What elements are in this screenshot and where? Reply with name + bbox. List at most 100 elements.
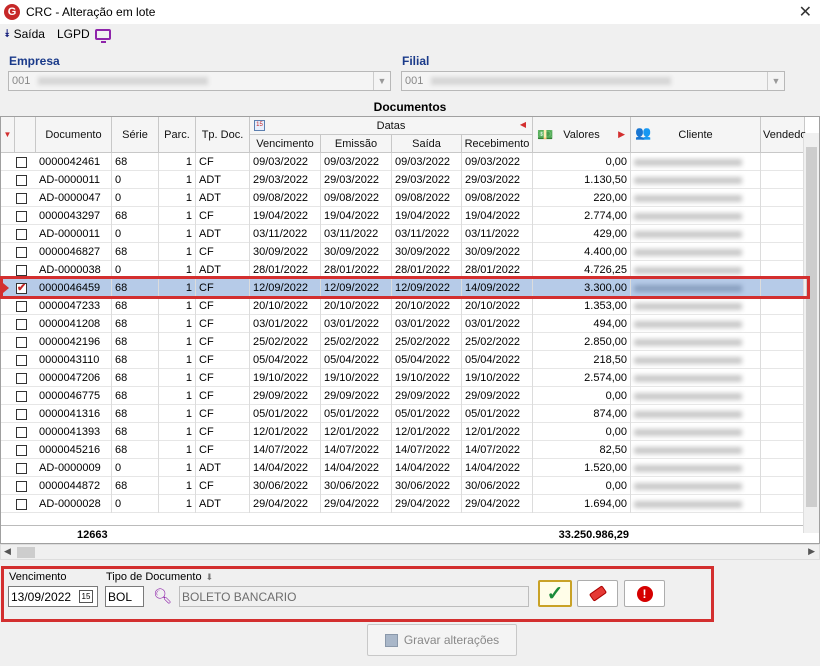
row-checkbox[interactable] [16, 337, 27, 348]
row-checkbox[interactable] [16, 355, 27, 366]
table-row[interactable]: AD-0000028 0 1 ADT 29/04/2022 29/04/2022 29/04… [1, 495, 805, 513]
table-row[interactable]: 0000043110 68 1 CF 05/04/2022 05/04/2022 05/04… [1, 351, 805, 369]
checkmark-icon: ✓ [546, 583, 564, 605]
calendar-picker-icon[interactable]: 15 [79, 590, 93, 603]
calendar-icon: 15 [254, 120, 265, 131]
row-checkbox[interactable] [16, 175, 27, 186]
table-row[interactable]: 0000041316 68 1 CF 05/01/2022 05/01/2022 05/01… [1, 405, 805, 423]
expand-right-icon[interactable]: ▶ [618, 129, 625, 140]
vertical-scroll-thumb[interactable] [806, 147, 817, 507]
cell-vencimento: 09/08/2022 [250, 189, 321, 207]
row-checkbox[interactable] [16, 391, 27, 402]
col-tp-doc[interactable]: Tp. Doc. [196, 117, 250, 153]
checkbox-column-header [15, 117, 36, 153]
cell-tp-doc: CF [196, 351, 250, 369]
col-serie[interactable]: Série [112, 117, 159, 153]
row-checkbox[interactable] [16, 319, 27, 330]
table-row[interactable]: AD-0000011 0 1 ADT 03/11/2022 03/11/2022 03/11… [1, 225, 805, 243]
col-vendedor[interactable]: Vendedo [761, 117, 806, 153]
row-checkbox[interactable] [16, 265, 27, 276]
cell-recebimento: 05/01/2022 [462, 405, 533, 423]
row-checkbox[interactable] [16, 157, 27, 168]
table-row[interactable]: 0000047233 68 1 CF 20/10/2022 20/10/2022 20/10… [1, 297, 805, 315]
row-checkbox[interactable] [16, 193, 27, 204]
table-row[interactable]: 0000044872 68 1 CF 30/06/2022 30/06/2022 30/06… [1, 477, 805, 495]
cell-vencimento: 30/09/2022 [250, 243, 321, 261]
cell-documento: AD-0000028 [36, 495, 112, 513]
datas-group-header[interactable]: 15 Datas ◀ [250, 117, 533, 135]
money-icon: 💵 [537, 127, 554, 142]
collapse-left-icon[interactable]: ◀ [520, 120, 526, 129]
row-checkbox[interactable] [16, 229, 27, 240]
cell-documento: AD-0000047 [36, 189, 112, 207]
cell-vendedor [761, 477, 805, 495]
filial-select[interactable]: 001 ▼ [401, 71, 785, 91]
alert-button[interactable]: ! [624, 580, 665, 607]
search-icon[interactable]: 🔍︎ [153, 587, 172, 605]
app-logo-icon: G [4, 4, 20, 20]
save-changes-button[interactable]: Gravar alterações [367, 624, 517, 656]
cell-serie: 68 [112, 243, 159, 261]
horizontal-scrollbar[interactable]: ◀ ▶ [0, 544, 820, 560]
lgpd-button[interactable]: LGPD [57, 27, 111, 43]
cell-vencimento: 03/01/2022 [250, 315, 321, 333]
close-icon[interactable]: ✕ [799, 2, 812, 22]
cell-serie: 68 [112, 387, 159, 405]
cell-vendedor [761, 441, 805, 459]
clear-button[interactable] [577, 580, 618, 607]
cell-tp-doc: CF [196, 315, 250, 333]
table-row[interactable]: 0000043297 68 1 CF 19/04/2022 19/04/2022 19/04… [1, 207, 805, 225]
scroll-right-icon[interactable]: ▶ [808, 546, 815, 557]
table-row[interactable]: 0000042461 68 1 CF 09/03/2022 09/03/2022 09/03… [1, 153, 805, 171]
row-checkbox[interactable] [16, 301, 27, 312]
cell-cliente-redacted [631, 225, 761, 243]
scroll-left-icon[interactable]: ◀ [4, 546, 11, 557]
horizontal-scroll-thumb[interactable] [17, 547, 35, 558]
chevron-down-icon[interactable]: ▼ [767, 72, 784, 90]
row-checkbox[interactable] [16, 427, 27, 438]
cell-valor: 220,00 [533, 189, 631, 207]
row-checkbox[interactable] [16, 373, 27, 384]
row-checkbox[interactable] [16, 409, 27, 420]
col-documento[interactable]: Documento [36, 117, 112, 153]
exit-button[interactable]: ⯯ Saída [4, 27, 45, 41]
table-row[interactable]: 0000041208 68 1 CF 03/01/2022 03/01/2022 03/01… [1, 315, 805, 333]
col-valores[interactable]: 💵 Valores ▶ [533, 117, 631, 153]
row-checkbox[interactable] [16, 499, 27, 510]
col-parc[interactable]: Parc. [159, 117, 196, 153]
col-recebimento[interactable]: Recebimento [462, 135, 533, 153]
confirm-button[interactable]: ✓ [538, 580, 572, 607]
cell-documento: 0000043110 [36, 351, 112, 369]
table-row[interactable]: 0000046775 68 1 CF 29/09/2022 29/09/2022 29/09… [1, 387, 805, 405]
chevron-down-icon[interactable]: ▼ [373, 72, 390, 90]
table-row[interactable]: 0000045216 68 1 CF 14/07/2022 14/07/2022 14/07… [1, 441, 805, 459]
cell-emissao: 30/09/2022 [321, 243, 392, 261]
col-vencimento[interactable]: Vencimento [250, 135, 321, 153]
cell-cliente-redacted [631, 441, 761, 459]
row-checkbox[interactable] [16, 211, 27, 222]
col-saida[interactable]: Saída [392, 135, 462, 153]
empresa-select[interactable]: 001 ▼ [8, 71, 391, 91]
table-row[interactable]: 0000047206 68 1 CF 19/10/2022 19/10/2022 19/10… [1, 369, 805, 387]
toolbar: ⯯ Saída LGPD [0, 24, 820, 44]
row-checkbox[interactable] [16, 481, 27, 492]
cell-emissao: 14/04/2022 [321, 459, 392, 477]
col-emissao[interactable]: Emissão [321, 135, 392, 153]
row-checkbox[interactable] [16, 463, 27, 474]
tipo-codigo-input[interactable] [105, 586, 144, 607]
table-row[interactable]: AD-0000011 0 1 ADT 29/03/2022 29/03/2022 29/03… [1, 171, 805, 189]
row-checkbox[interactable] [16, 247, 27, 258]
table-row[interactable]: 0000041393 68 1 CF 12/01/2022 12/01/2022 12/01… [1, 423, 805, 441]
select-column-header[interactable]: ▼ [1, 117, 15, 153]
table-row[interactable]: AD-0000047 0 1 ADT 09/08/2022 09/08/2022 09/08… [1, 189, 805, 207]
col-cliente[interactable]: 👥 Cliente [631, 117, 761, 153]
cell-emissao: 19/04/2022 [321, 207, 392, 225]
cell-tp-doc: CF [196, 477, 250, 495]
table-row[interactable]: 0000046827 68 1 CF 30/09/2022 30/09/2022 30/09… [1, 243, 805, 261]
cell-emissao: 03/11/2022 [321, 225, 392, 243]
table-row[interactable]: 0000042196 68 1 CF 25/02/2022 25/02/2022 25/02… [1, 333, 805, 351]
exit-label: Saída [13, 27, 45, 41]
row-checkbox[interactable] [16, 445, 27, 456]
vertical-scrollbar[interactable] [803, 133, 819, 533]
table-row[interactable]: AD-0000009 0 1 ADT 14/04/2022 14/04/2022 14/04… [1, 459, 805, 477]
